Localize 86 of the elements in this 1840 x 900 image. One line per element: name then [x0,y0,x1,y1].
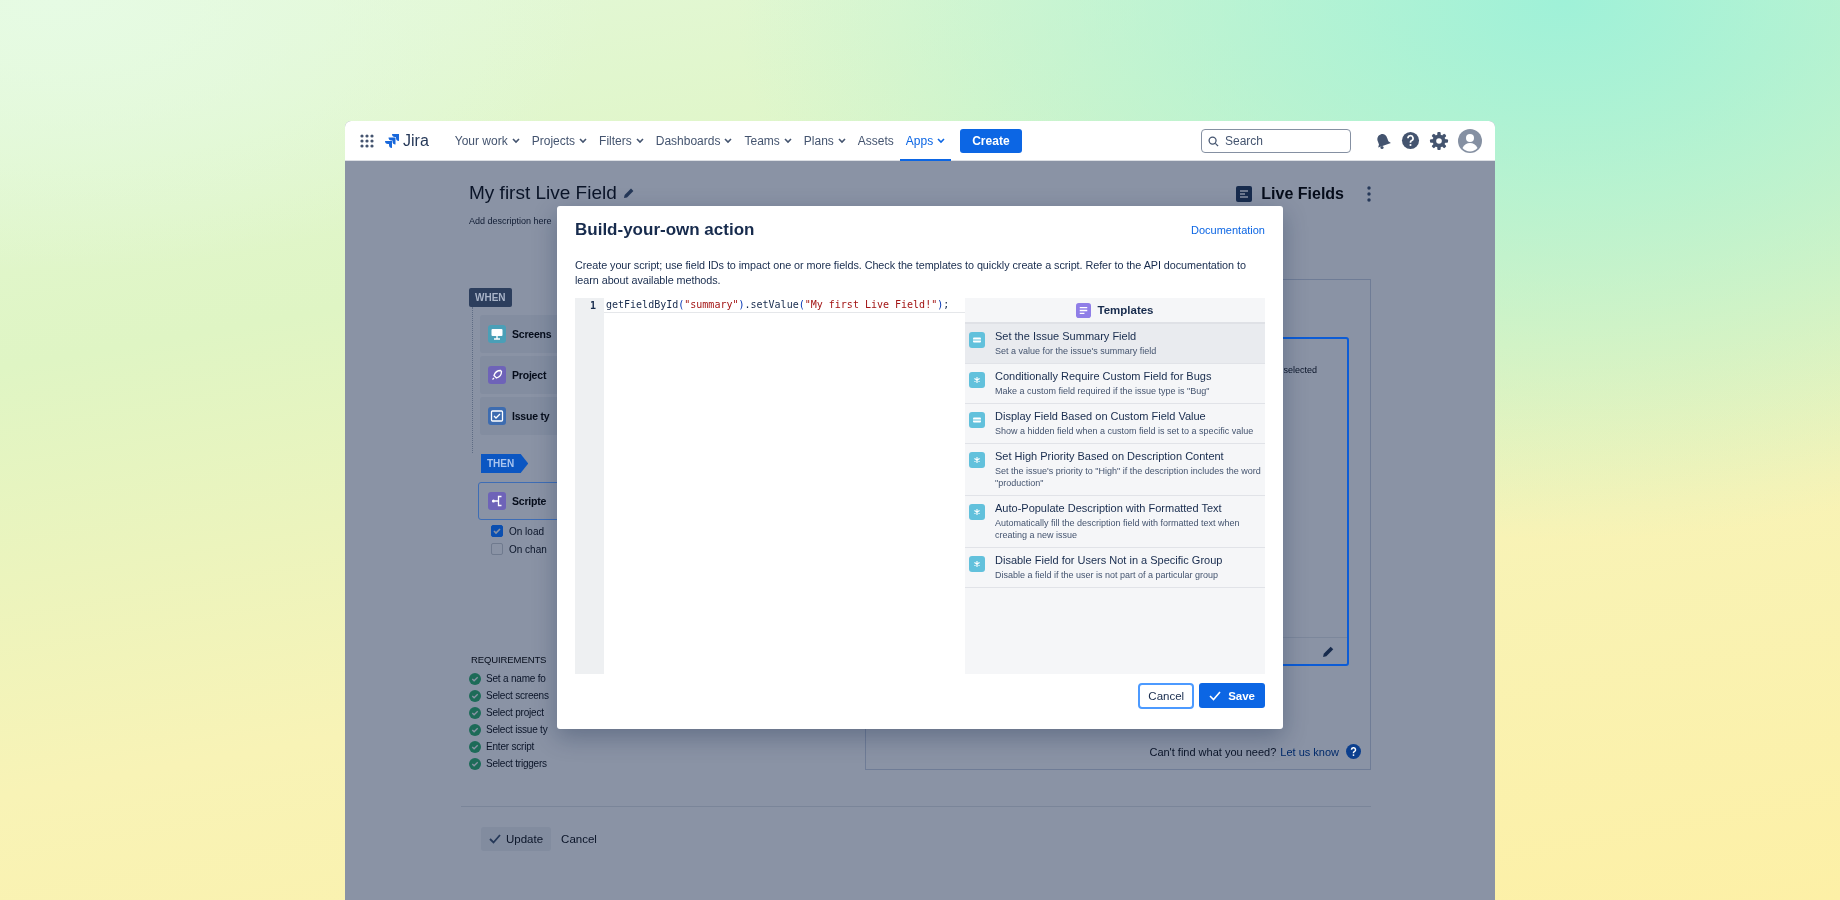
dialog-title: Build-your-own action [575,220,755,240]
checkbox-icon [488,407,506,425]
template-description: Show a hidden field when a custom field is set to a specific value [995,425,1254,437]
text-lines-icon [969,332,985,348]
nav-menu-item[interactable]: Dashboards [649,121,739,161]
asterisk-icon [969,504,985,520]
template-item[interactable]: Display Field Based on Custom Field Value Show a hidden field when a custom field is set to a specific value [965,404,1265,444]
notification-bell-icon[interactable] [1374,131,1392,150]
cancel-button[interactable]: Cancel [555,832,603,846]
template-description: Automatically fill the description field with formatted text when creating a new issue [995,517,1241,541]
template-title: Auto-Populate Description with Formatted Text [995,502,1223,514]
nav-menu-item[interactable]: Apps [899,121,952,161]
checkbox[interactable] [491,543,503,555]
help-icon[interactable] [1346,744,1361,759]
trigger-label: Screens [512,328,552,340]
app-name: Live Fields [1261,185,1344,203]
requirement-label: Select issue ty [486,724,548,735]
dialog-description: Create your script; use field IDs to impact one or more fields. Check the templates to quickly create a script. Refer to the API documentation to learn about available methods. [575,258,1247,288]
nav-menu-item[interactable]: Your work [448,121,526,161]
template-item[interactable]: Conditionally Require Custom Field for Bugs Make a custom field required if the issue type is "Bug" [965,364,1265,404]
code-editor[interactable]: 1 getFieldById("summary").setValue("My first Live Field!"); [575,298,965,674]
template-title: Disable Field for Users Not in a Specific Group [995,554,1223,566]
save-button[interactable]: Save [1199,683,1265,708]
template-title: Set High Priority Based on Description Content [995,450,1225,462]
preview-note: selected [1283,365,1317,377]
user-avatar-icon[interactable] [1458,128,1482,153]
asterisk-icon [969,452,985,468]
nav-menu-item[interactable]: Teams [738,121,798,161]
document-icon [1076,302,1092,318]
requirement-label: Enter script [486,741,535,752]
pencil-icon[interactable] [622,187,635,199]
template-item[interactable]: Set the Issue Summary Field Set a value for the issue's summary field [965,324,1265,364]
pencil-icon[interactable] [1322,644,1335,658]
template-description: Set a value for the issue's summary field [995,345,1157,357]
template-item[interactable]: Disable Field for Users Not in a Specific Group Disable a field if the user is not part of a particular group [965,548,1265,588]
code-line[interactable]: getFieldById("summary").setValue("My first Live Field!"); [604,298,965,313]
product-name[interactable]: Jira [403,131,429,150]
requirements-heading: REQUIREMENTS [471,654,548,665]
update-button[interactable]: Update [481,827,552,851]
create-button[interactable]: Create [960,128,1022,153]
requirement-label: Select project [486,707,544,718]
nav-menu-item[interactable]: Assets [851,121,900,161]
nav-menu-item[interactable]: Plans [797,121,852,161]
line-number: 1 [589,300,596,313]
search-field[interactable]: Search [1201,128,1351,153]
action-label: Scripte [512,495,547,507]
checkbox[interactable] [491,525,503,537]
template-description: Set the issue's priority to "High" if the description includes the word "production" [995,465,1261,489]
trigger-label: Project [512,369,547,381]
settings-icon[interactable] [1429,130,1449,151]
checkbox-label: On chan [509,543,547,555]
monitor-icon [488,325,506,343]
asterisk-icon [969,556,985,572]
help-text: Can't find what you need? [1149,745,1277,758]
requirement-label: Select screens [486,690,549,701]
cancel-button[interactable]: Cancel [1138,683,1195,709]
nav-menu-item[interactable]: Filters [593,121,650,161]
template-description: Disable a field if the user is not part of a particular group [995,569,1220,581]
app-logo-icon [1236,186,1253,202]
script-icon [488,492,506,510]
check-icon [489,834,501,844]
help-icon[interactable] [1401,131,1420,150]
app-switcher-icon[interactable] [360,133,374,148]
jira-logo-icon[interactable] [384,132,400,149]
more-options-icon[interactable] [1367,186,1371,202]
template-description: Make a custom field required if the issue type is "Bug" [995,385,1211,397]
documentation-link[interactable]: Documentation [1191,224,1265,236]
then-tag: THEN [481,454,529,473]
requirement-label: Set a name fo [486,673,546,684]
template-item[interactable]: Auto-Populate Description with Formatted Text Automatically fill the description field with formatted text when creating a new issue [965,496,1265,548]
asterisk-icon [969,372,985,388]
text-lines-icon [969,412,985,428]
trigger-label: Issue ty [512,410,550,422]
search-icon [1208,135,1219,147]
template-item[interactable]: Set High Priority Based on Description Content Set the issue's priority to "High" if the description includes the word "production" [965,444,1265,496]
nav-menu-item[interactable]: Projects [525,121,594,161]
check-icon [1209,690,1222,701]
when-tag: WHEN [469,288,512,307]
template-title: Set the Issue Summary Field [995,330,1138,342]
template-title: Display Field Based on Custom Field Value [995,410,1207,422]
page-title[interactable]: My first Live Field [469,182,617,204]
checkbox-label: On load [509,525,545,537]
templates-heading: Templates [1097,304,1154,316]
requirement-label: Select triggers [486,758,547,769]
template-title: Conditionally Require Custom Field for Bugs [995,370,1212,382]
feedback-link[interactable]: Let us know [1280,745,1339,758]
